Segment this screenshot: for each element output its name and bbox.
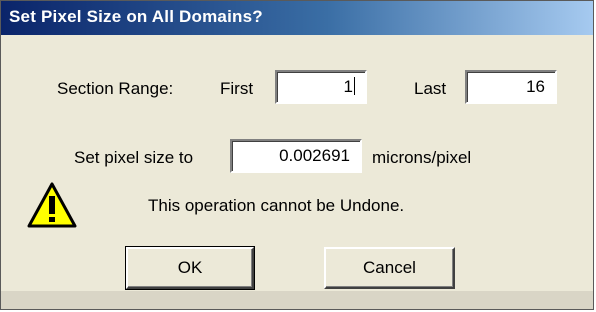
dialog-title: Set Pixel Size on All Domains? <box>9 7 263 26</box>
ok-button[interactable]: OK <box>125 246 255 290</box>
dialog-bottom-edge <box>1 291 593 309</box>
last-section-input[interactable]: 16 <box>465 70 557 104</box>
warning-triangle-icon <box>27 182 77 228</box>
first-section-value: 1 <box>343 77 353 96</box>
section-range-label: Section Range: <box>57 79 174 98</box>
warning-message: This operation cannot be Undone. <box>148 196 405 215</box>
first-section-input[interactable]: 1 <box>275 70 367 104</box>
last-section-value: 16 <box>526 77 545 96</box>
pixel-size-value: 0.002691 <box>279 146 350 165</box>
pixel-size-label: Set pixel size to <box>74 148 194 167</box>
first-label: First <box>220 79 254 98</box>
dialog-title-bar[interactable]: Set Pixel Size on All Domains? <box>1 1 593 35</box>
text-caret <box>354 77 355 95</box>
pixel-size-unit: microns/pixel <box>372 148 472 167</box>
pixel-size-input[interactable]: 0.002691 <box>230 139 362 173</box>
last-label: Last <box>414 79 447 98</box>
set-pixel-size-dialog: Set Pixel Size on All Domains? Section R… <box>0 0 594 310</box>
cancel-button[interactable]: Cancel <box>324 247 455 289</box>
